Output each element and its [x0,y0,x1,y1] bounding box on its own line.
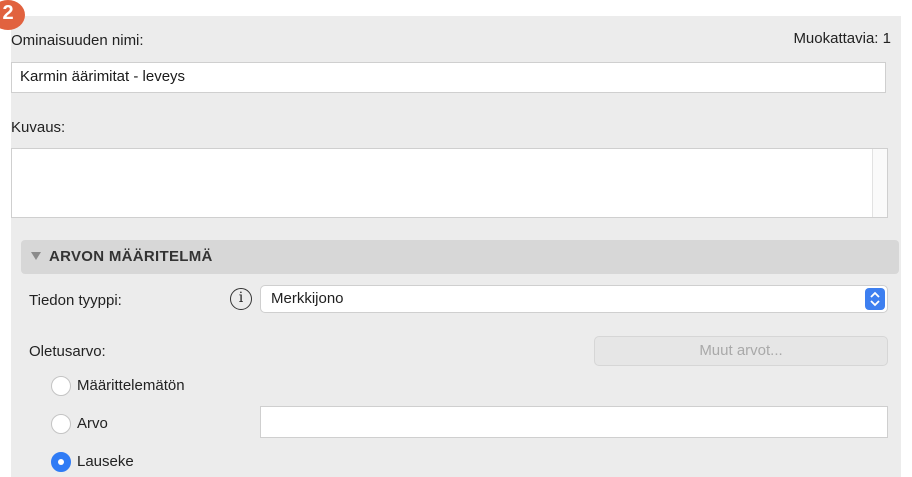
description-scrollbar[interactable] [872,149,887,217]
other-values-button[interactable]: Muut arvot... [594,336,888,366]
description-label: Kuvaus: [11,119,66,136]
disclosure-triangle-icon [31,252,41,260]
radio-expression-label: Lauseke [77,453,134,470]
value-definition-header[interactable]: ARVON MÄÄRITELMÄ [21,240,899,274]
editable-count: Muokattavia: 1 [793,30,891,47]
property-name-label: Ominaisuuden nimi: [11,32,144,49]
data-type-label: Tiedon tyyppi: [29,292,122,309]
description-textarea[interactable] [11,148,888,218]
radio-value-label: Arvo [77,415,108,432]
property-editor-panel: Ominaisuuden nimi: Muokattavia: 1 Karmin… [11,16,901,477]
data-type-select[interactable]: Merkkijono [260,285,888,313]
default-value-label: Oletusarvo: [29,343,106,360]
value-definition-title: ARVON MÄÄRITELMÄ [49,248,213,265]
radio-expression[interactable] [51,452,71,472]
radio-value[interactable] [51,414,71,434]
chevron-updown-icon[interactable] [865,288,885,310]
data-type-value: Merkkijono [271,290,344,307]
radio-undefined-label: Määrittelemätön [77,377,185,394]
value-input[interactable] [260,406,888,438]
info-icon[interactable]: i [230,288,252,310]
radio-undefined[interactable] [51,376,71,396]
property-name-input[interactable]: Karmin äärimitat - leveys [11,62,886,93]
